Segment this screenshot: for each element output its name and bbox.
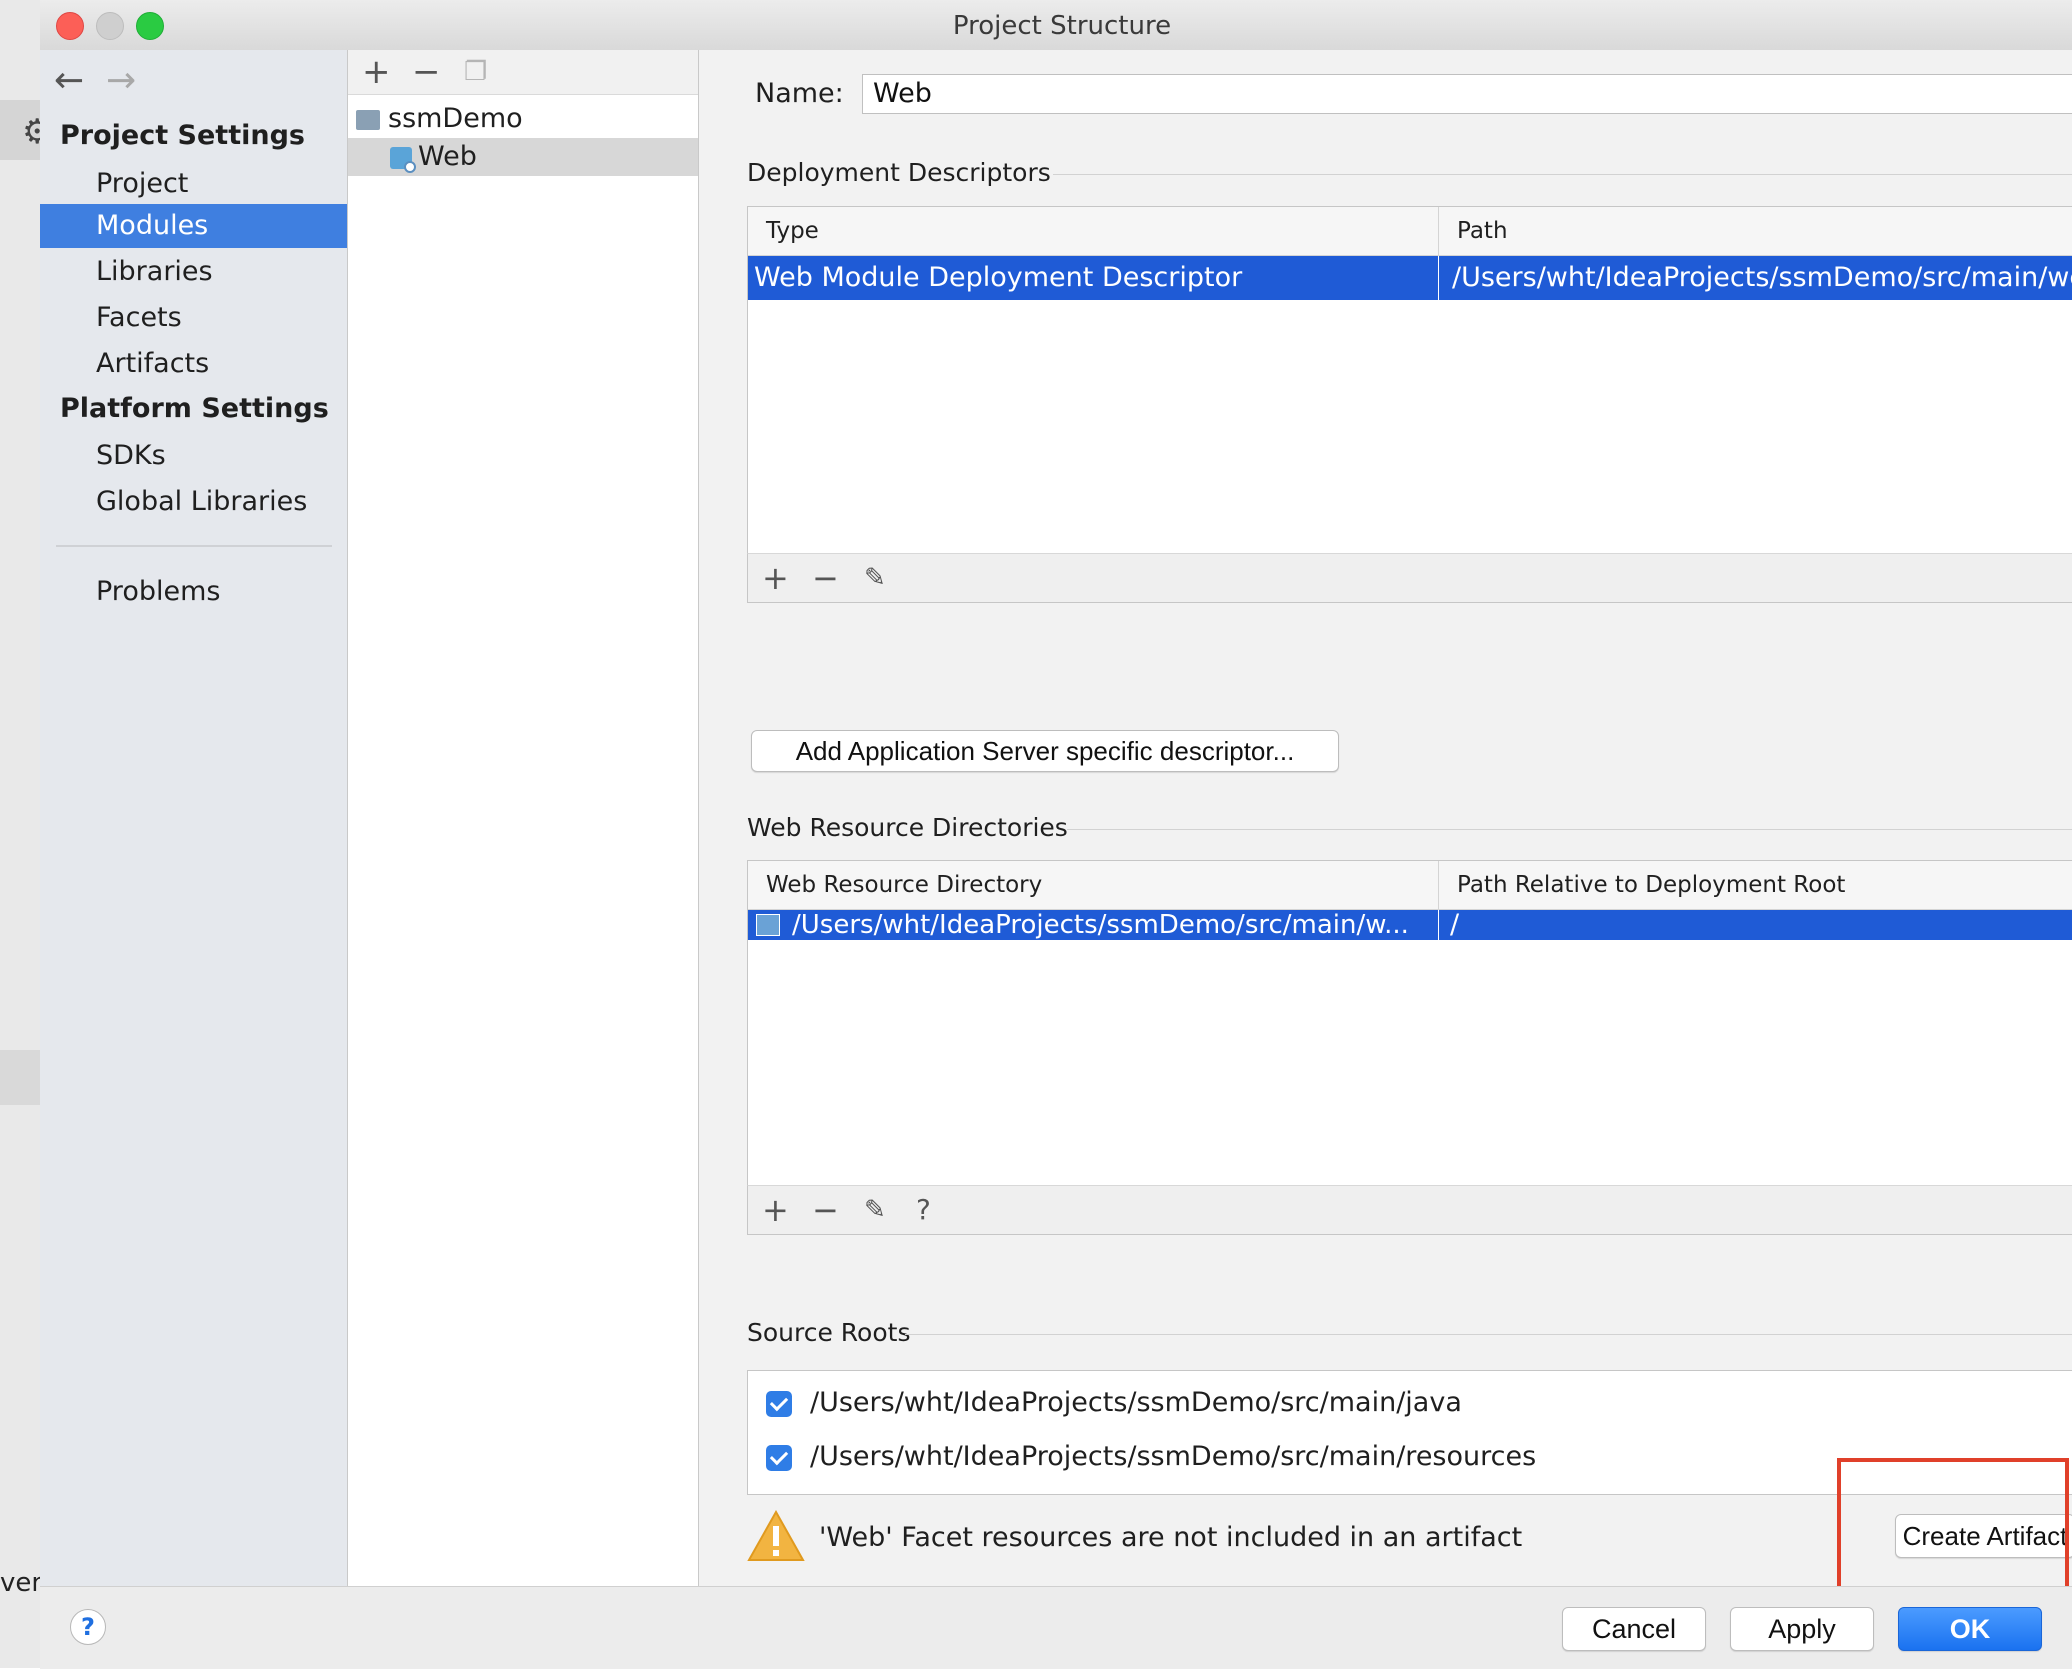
sidebar-item-project[interactable]: Project — [40, 162, 347, 206]
add-descriptor-button[interactable]: + — [762, 554, 789, 602]
group-divider — [1067, 829, 2072, 830]
table-row[interactable]: Web Module Deployment Descriptor /Users/… — [748, 256, 2072, 300]
warning-message: 'Web' Facet resources are not included i… — [819, 1522, 1523, 1553]
tree-node-label: Web — [418, 141, 477, 172]
sidebar-item-sdks[interactable]: SDKs — [40, 434, 347, 478]
column-header-relative-path[interactable]: Path Relative to Deployment Root — [1439, 861, 2072, 909]
project-settings-header: Project Settings — [60, 120, 305, 151]
table-header: Type Path — [748, 207, 2072, 256]
column-header-path[interactable]: Path — [1439, 207, 2072, 255]
folder-icon — [756, 914, 780, 936]
table-row[interactable]: /Users/wht/IdeaProjects/ssmDemo/src/main… — [748, 910, 2072, 940]
source-root-path: /Users/wht/IdeaProjects/ssmDemo/src/main… — [810, 1441, 1537, 1472]
warning-icon — [747, 1510, 805, 1561]
module-tree-toolbar: + − ❐ — [348, 50, 698, 95]
table-header: Web Resource Directory Path Relative to … — [748, 861, 2072, 910]
annotation-highlight-box — [1837, 1458, 2069, 1598]
source-roots-title: Source Roots — [747, 1318, 911, 1347]
folder-icon — [356, 109, 380, 130]
web-facet-icon — [390, 146, 416, 173]
descriptor-type-cell: Web Module Deployment Descriptor — [754, 262, 1243, 293]
sidebar-item-global-libraries[interactable]: Global Libraries — [40, 480, 347, 524]
add-module-button[interactable]: + — [362, 50, 391, 94]
ok-button[interactable]: OK — [1898, 1607, 2042, 1651]
tree-node-ssmdemo[interactable]: ssmDemo — [348, 100, 698, 138]
platform-settings-header: Platform Settings — [60, 393, 329, 424]
facet-settings-panel: Name: Web Deployment Descriptors Type Pa… — [699, 50, 2072, 1586]
checkbox-checked-icon[interactable] — [766, 1390, 792, 1417]
sidebar-item-facets[interactable]: Facets — [40, 296, 347, 340]
copy-icon[interactable]: ❐ — [464, 50, 487, 94]
web-resource-directories-title: Web Resource Directories — [747, 813, 1068, 842]
web-resource-directories-table: Web Resource Directory Path Relative to … — [747, 860, 2072, 1186]
name-label: Name: — [755, 78, 844, 109]
background-strip — [0, 1050, 40, 1105]
relative-path-cell: / — [1450, 910, 1460, 940]
module-tree-panel: + − ❐ ssmDemo Web — [348, 50, 699, 1586]
column-header-directory[interactable]: Web Resource Directory — [748, 861, 1438, 909]
source-root-item[interactable]: /Users/wht/IdeaProjects/ssmDemo/src/main… — [766, 1383, 1462, 1423]
help-question-icon[interactable]: ? — [916, 1186, 931, 1234]
source-root-item[interactable]: /Users/wht/IdeaProjects/ssmDemo/src/main… — [766, 1437, 1536, 1477]
resource-directory-cell: /Users/wht/IdeaProjects/ssmDemo/src/main… — [792, 910, 1409, 940]
column-separator — [1438, 256, 1439, 300]
forward-arrow-icon[interactable]: → — [106, 60, 136, 101]
remove-directory-button[interactable]: − — [812, 1186, 839, 1234]
column-header-type[interactable]: Type — [748, 207, 1438, 255]
tree-node-web[interactable]: Web — [348, 138, 698, 176]
cancel-button[interactable]: Cancel — [1562, 1607, 1706, 1651]
descriptors-toolbar: + − ✎ — [747, 553, 2072, 603]
deployment-descriptors-table: Type Path Web Module Deployment Descript… — [747, 206, 2072, 554]
sidebar-item-libraries[interactable]: Libraries — [40, 250, 347, 294]
dialog-footer: ? Cancel Apply OK — [40, 1586, 2072, 1669]
apply-button[interactable]: Apply — [1730, 1607, 1874, 1651]
checkbox-checked-icon[interactable] — [766, 1444, 792, 1471]
add-server-descriptor-button[interactable]: Add Application Server specific descript… — [751, 730, 1339, 772]
group-divider — [1053, 174, 2072, 175]
help-button[interactable]: ? — [70, 1609, 106, 1645]
column-separator — [1438, 910, 1439, 940]
deployment-descriptors-title: Deployment Descriptors — [747, 158, 1051, 187]
source-root-path: /Users/wht/IdeaProjects/ssmDemo/src/main… — [810, 1387, 1462, 1418]
tree-node-label: ssmDemo — [388, 103, 523, 134]
back-arrow-icon[interactable]: ← — [54, 60, 84, 101]
add-directory-button[interactable]: + — [762, 1186, 789, 1234]
name-field[interactable]: Web — [862, 74, 2072, 114]
window-title: Project Structure — [952, 11, 1172, 41]
descriptor-path-cell: /Users/wht/IdeaProjects/ssmDemo/src/main… — [1452, 262, 2072, 293]
sidebar-item-artifacts[interactable]: Artifacts — [40, 342, 347, 386]
group-divider — [905, 1334, 2072, 1335]
title-bar: Project Structure — [40, 0, 2072, 51]
remove-descriptor-button[interactable]: − — [812, 554, 839, 602]
resource-directories-toolbar: + − ✎ ? — [747, 1185, 2072, 1235]
sidebar-divider — [56, 545, 332, 547]
project-structure-dialog: Project Structure ← → Project Settings P… — [40, 0, 2072, 1668]
edit-pencil-icon[interactable]: ✎ — [864, 554, 886, 602]
edit-pencil-icon[interactable]: ✎ — [864, 1186, 886, 1234]
remove-module-button[interactable]: − — [412, 50, 441, 94]
sidebar-item-problems[interactable]: Problems — [40, 570, 347, 614]
sidebar-item-modules[interactable]: Modules — [40, 204, 347, 248]
background-app-edge: ⚙ ven — [0, 0, 52, 1668]
settings-sidebar: ← → Project Settings Project Modules Lib… — [40, 50, 348, 1586]
